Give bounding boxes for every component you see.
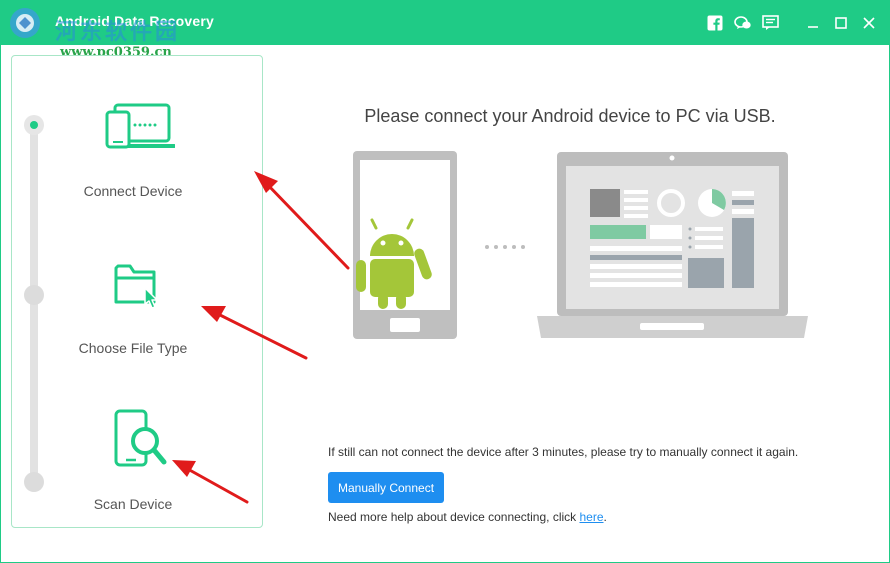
phone-to-pc-illustration	[353, 151, 808, 339]
help-suffix: .	[603, 510, 607, 524]
watermark-text: 河东软件园	[55, 20, 181, 45]
feedback-icon[interactable]	[760, 12, 782, 34]
step-scan-device[interactable]: Scan Device	[33, 496, 233, 512]
app-logo-icon	[10, 8, 40, 38]
title-bar: Android Data Recovery 河东软件园	[0, 0, 890, 45]
titlebar-controls	[698, 12, 880, 34]
facebook-icon[interactable]	[704, 12, 726, 34]
maximize-icon[interactable]	[830, 12, 852, 34]
timeline-dot-connect	[24, 115, 44, 135]
chat-icon[interactable]	[732, 12, 754, 34]
timeline-dot-scan	[24, 472, 44, 492]
manual-connect-hint: If still can not connect the device afte…	[328, 445, 799, 459]
help-link[interactable]: here	[579, 510, 603, 524]
folder-select-icon	[114, 264, 158, 309]
help-text: Need more help about device connecting, …	[328, 510, 607, 524]
scan-device-icon	[114, 409, 167, 467]
timeline-dot-choose	[24, 285, 44, 305]
connect-instruction-heading: Please connect your Android device to PC…	[364, 106, 776, 126]
step-connect-device[interactable]: Connect Device	[33, 183, 233, 199]
timeline-track	[30, 125, 38, 485]
step-choose-file-type[interactable]: Choose File Type	[33, 340, 233, 356]
device-connect-icon	[105, 103, 175, 149]
close-icon[interactable]	[858, 12, 880, 34]
minimize-icon[interactable]	[802, 12, 824, 34]
help-prefix: Need more help about device connecting, …	[328, 510, 580, 524]
manually-connect-button[interactable]: Manually Connect	[328, 472, 444, 503]
